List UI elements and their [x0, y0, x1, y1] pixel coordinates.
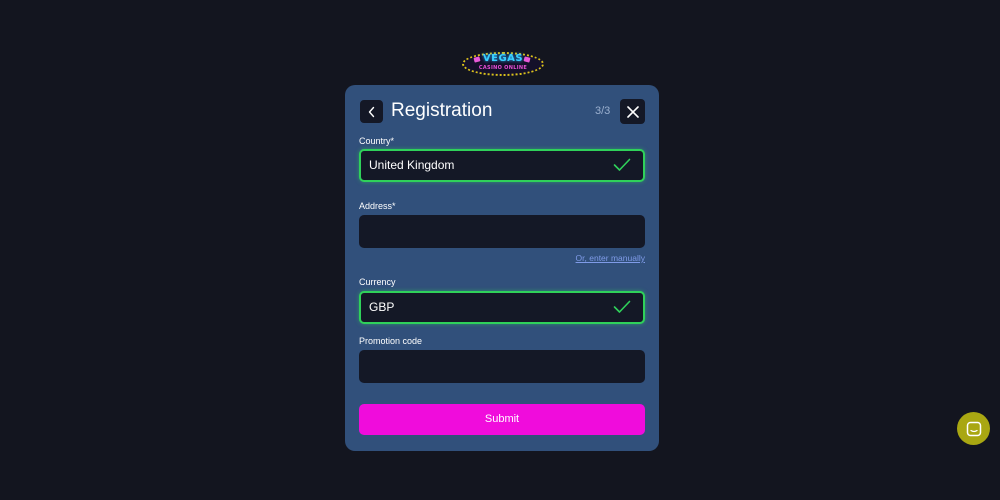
enter-manually-link[interactable]: Or, enter manually: [576, 253, 645, 264]
promotion-code-field[interactable]: [359, 350, 645, 383]
chevron-left-icon: [368, 106, 374, 117]
step-indicator: 3/3: [595, 105, 611, 117]
country-label: Country*: [359, 136, 395, 146]
address-field[interactable]: [359, 215, 645, 248]
close-icon: [626, 105, 639, 118]
modal-title: Registration: [391, 100, 493, 121]
checkmark-icon: [613, 158, 631, 171]
country-value: United Kingdom: [369, 158, 455, 172]
chat-icon: [966, 421, 981, 436]
logo-subtitle: CASINO ONLINE: [478, 65, 528, 71]
country-field[interactable]: United Kingdom: [359, 149, 645, 182]
back-button[interactable]: [360, 100, 383, 123]
chat-button[interactable]: [957, 412, 990, 445]
logo-title: VEGAS: [482, 53, 524, 64]
checkmark-icon: [613, 300, 631, 313]
promotion-code-label: Promotion code: [359, 336, 423, 346]
address-label: Address*: [359, 201, 396, 211]
currency-label: Currency: [359, 277, 396, 287]
page: VEGAS CASINO ONLINE Registration 3/3 Cou…: [0, 0, 1000, 500]
submit-button[interactable]: Submit: [359, 404, 645, 435]
close-button[interactable]: [620, 99, 645, 124]
registration-modal: Registration 3/3 Country* United Kingdom…: [345, 85, 659, 451]
casino-logo[interactable]: VEGAS CASINO ONLINE: [462, 52, 544, 76]
currency-value: GBP: [369, 300, 395, 314]
currency-field[interactable]: GBP: [359, 291, 645, 324]
